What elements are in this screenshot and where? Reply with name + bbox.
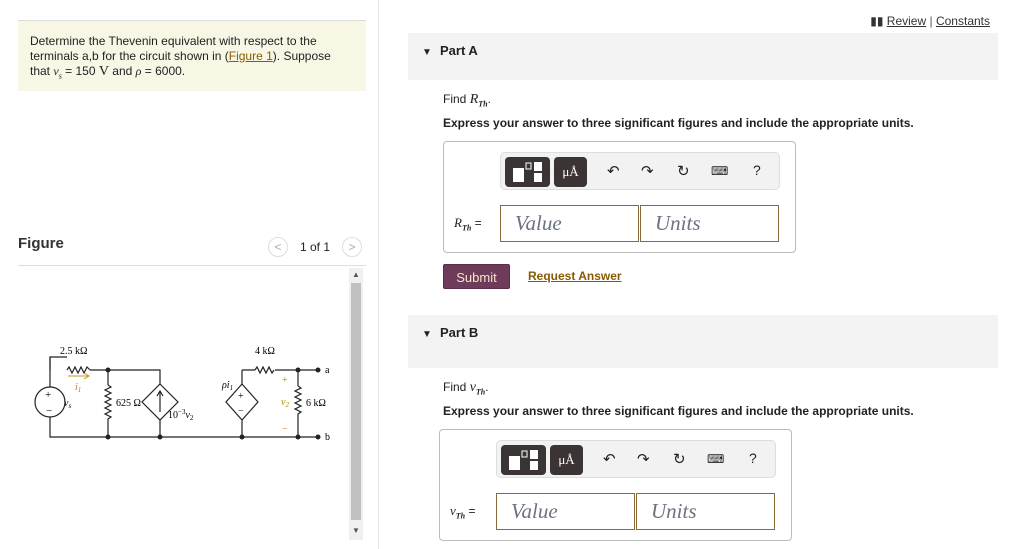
svg-text:v2: v2	[281, 397, 289, 409]
reset-icon[interactable]: ↻	[673, 450, 686, 468]
part-a-prompt: Find RTh.	[443, 92, 491, 109]
svg-text:625 Ω: 625 Ω	[116, 398, 141, 409]
units-button[interactable]: μÅ	[550, 445, 583, 475]
part-a-header[interactable]: ▼ Part A	[408, 33, 998, 80]
figure-title: Figure	[18, 235, 64, 252]
svg-text:+: +	[238, 391, 244, 402]
keyboard-icon[interactable]: ⌨	[711, 164, 728, 178]
redo-icon[interactable]: ↷	[641, 162, 654, 180]
panel-divider	[378, 0, 379, 549]
svg-text:−: −	[46, 405, 52, 417]
request-answer-link[interactable]: Request Answer	[528, 269, 622, 283]
scroll-down-icon[interactable]: ▼	[352, 526, 360, 535]
next-figure-button[interactable]: >	[342, 237, 362, 257]
part-a-instructions: Express your answer to three significant…	[443, 116, 914, 130]
review-link[interactable]: Review	[887, 14, 926, 28]
figure-link[interactable]: Figure 1	[229, 49, 273, 63]
svg-text:6 kΩ: 6 kΩ	[306, 398, 326, 409]
math-toolbar: μÅ ↶ ↷ ↻ ⌨ ?	[496, 440, 776, 478]
templates-button[interactable]	[505, 157, 550, 187]
reset-icon[interactable]: ↻	[677, 162, 690, 180]
scroll-up-icon[interactable]: ▲	[352, 270, 360, 279]
units-button[interactable]: μÅ	[554, 157, 587, 187]
redo-icon[interactable]: ↷	[637, 450, 650, 468]
templates-button[interactable]	[501, 445, 546, 475]
part-b-prompt: Find vTh.	[443, 380, 489, 397]
book-icon: ▮▮	[870, 14, 884, 28]
help-button[interactable]: ?	[749, 450, 757, 466]
submit-button[interactable]: Submit	[443, 264, 510, 289]
keyboard-icon[interactable]: ⌨	[707, 452, 724, 466]
part-b-header[interactable]: ▼ Part B	[408, 315, 998, 368]
svg-text:+: +	[45, 389, 51, 401]
svg-text:vs: vs	[64, 398, 71, 410]
part-b-instructions: Express your answer to three significant…	[443, 404, 914, 418]
svg-text:ρi1: ρi1	[221, 380, 233, 392]
answer-label: RTh =	[454, 215, 482, 233]
svg-text:+: +	[282, 375, 288, 386]
svg-text:a: a	[325, 365, 330, 376]
svg-text:i1: i1	[75, 382, 81, 394]
svg-text:−: −	[238, 406, 244, 417]
constants-link[interactable]: Constants	[936, 14, 990, 28]
collapse-triangle-icon: ▼	[422, 47, 432, 58]
help-button[interactable]: ?	[753, 162, 761, 178]
scrollbar-thumb[interactable]	[351, 283, 361, 520]
figure-pager: 1 of 1	[300, 240, 331, 254]
value-input[interactable]: Value	[500, 205, 639, 242]
svg-text:b: b	[325, 432, 330, 443]
circuit-diagram: 2.5 kΩ 4 kΩ 625 Ω 6 kΩ i1 vs + − 10−3v2 …	[34, 346, 330, 443]
svg-text:−: −	[282, 424, 288, 435]
units-input[interactable]: Units	[640, 205, 779, 242]
problem-statement: Determine the Thevenin equivalent with r…	[18, 20, 366, 91]
svg-text:4 kΩ: 4 kΩ	[255, 346, 275, 357]
value-input[interactable]: Value	[496, 493, 635, 530]
units-input[interactable]: Units	[636, 493, 775, 530]
svg-text:2.5 kΩ: 2.5 kΩ	[60, 346, 87, 357]
svg-text:10−3v2: 10−3v2	[168, 408, 194, 422]
answer-label: vTh =	[450, 503, 476, 521]
top-links: ▮▮ Review | Constants	[870, 14, 990, 28]
prev-figure-button[interactable]: <	[268, 237, 288, 257]
part-b-answer-box: μÅ ↶ ↷ ↻ ⌨ ? vTh = Value Units	[439, 429, 792, 541]
divider	[18, 265, 366, 266]
undo-icon[interactable]: ↶	[603, 450, 616, 468]
collapse-triangle-icon: ▼	[422, 329, 432, 340]
undo-icon[interactable]: ↶	[607, 162, 620, 180]
math-toolbar: μÅ ↶ ↷ ↻ ⌨ ?	[500, 152, 780, 190]
part-a-answer-box: μÅ ↶ ↷ ↻ ⌨ ? RTh = Value Units	[443, 141, 796, 253]
